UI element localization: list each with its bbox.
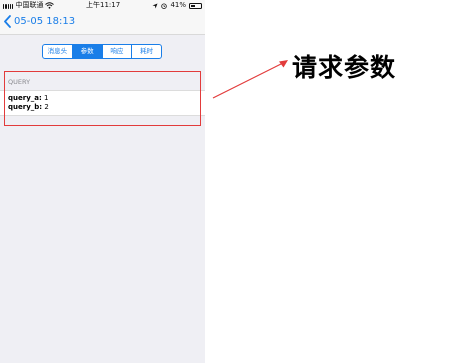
location-icon [152, 3, 158, 8]
back-title: 05-05 18:13 [14, 16, 76, 27]
tab-params[interactable]: 参数 [72, 45, 103, 58]
status-time: 上午11:17 [86, 1, 121, 9]
nav-bar: 05-05 18:13 [0, 11, 205, 35]
tab-response[interactable]: 响应 [103, 45, 133, 58]
alarm-icon [161, 3, 168, 9]
back-button[interactable]: 05-05 18:13 [4, 15, 75, 28]
wifi-icon [45, 2, 55, 9]
status-right: 41% [152, 0, 202, 11]
battery-icon [189, 2, 202, 9]
phone-screen: 中国联通 上午11:17 41% 05-05 18:13 消息头 参数 响应 耗… [0, 0, 205, 363]
battery-percent: 41% [170, 1, 186, 9]
tab-headers[interactable]: 消息头 [43, 45, 73, 58]
highlight-box [4, 71, 201, 126]
back-chevron-icon [4, 15, 11, 28]
tab-timing[interactable]: 耗时 [132, 45, 161, 58]
carrier-label: 中国联通 [15, 1, 44, 9]
annotation-label: 请求参数 [292, 53, 397, 82]
battery-fill [191, 4, 196, 7]
tab-segmented-control: 消息头 参数 响应 耗时 [42, 44, 162, 59]
signal-icon [3, 3, 14, 9]
status-bar: 中国联通 上午11:17 41% [0, 0, 205, 11]
status-left: 中国联通 [3, 0, 55, 11]
